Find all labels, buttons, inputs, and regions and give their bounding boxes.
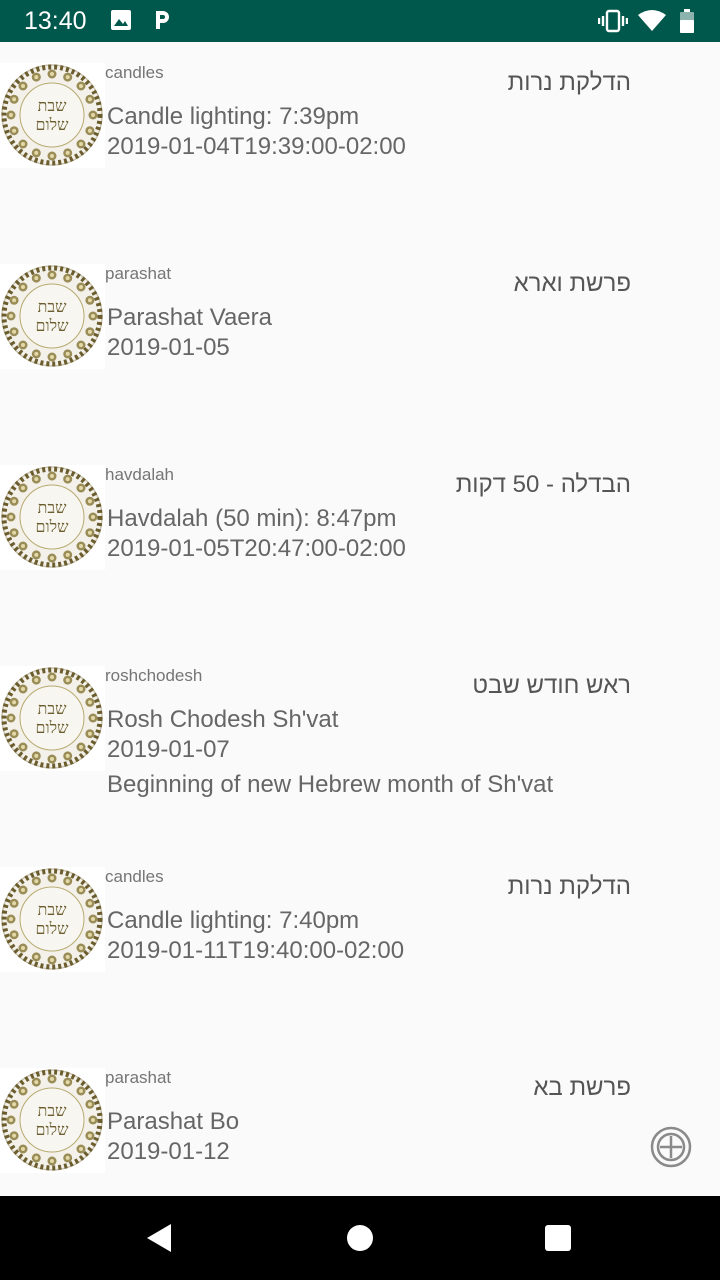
thumbnail-text: שבת xyxy=(38,96,67,115)
thumbnail-text: שבת xyxy=(38,1101,67,1120)
add-circle-icon xyxy=(650,1126,692,1168)
event-hebrew-title: ראש חודש שבט xyxy=(472,672,631,699)
thumbnail-text: שבת xyxy=(38,498,67,517)
event-date: 2019-01-11T19:40:00-02:00 xyxy=(107,937,405,964)
event-category: parashat xyxy=(105,1068,172,1087)
wifi-icon xyxy=(638,10,666,31)
recents-icon[interactable] xyxy=(540,1220,576,1256)
shabbat-shalom-plate-image: שבת שלום xyxy=(0,63,105,168)
event-date: 2019-01-05T20:47:00-02:00 xyxy=(107,535,406,562)
thumbnail-text: שלום xyxy=(36,718,70,737)
shabbat-shalom-plate-image: שבת שלום xyxy=(0,1068,105,1173)
thumbnail-text: שבת xyxy=(38,297,67,316)
thumbnail-text: שלום xyxy=(36,919,70,938)
event-category: parashat xyxy=(105,264,172,283)
event-date: 2019-01-07 xyxy=(107,736,230,763)
thumbnail-text: שלום xyxy=(36,1120,70,1139)
event-list[interactable]: שבת שלום candles הדלקת נרות Candle lighting:… xyxy=(0,42,720,1196)
thumbnail-text: שלום xyxy=(36,316,70,335)
event-category: candles xyxy=(105,63,164,82)
event-category: candles xyxy=(105,867,164,886)
event-title: Rosh Chodesh Sh'vat xyxy=(107,706,339,733)
back-icon[interactable] xyxy=(141,1220,177,1256)
event-list-item[interactable]: שבת שלום roshchodesh ראש חודש שבט Rosh Chode… xyxy=(0,645,720,846)
event-date: 2019-01-12 xyxy=(107,1138,230,1165)
shabbat-shalom-plate-image: שבת שלום xyxy=(0,867,105,972)
event-title: Candle lighting: 7:40pm xyxy=(107,907,360,934)
event-category: roshchodesh xyxy=(105,666,203,685)
event-list-item[interactable]: שבת שלום parashat פרשת וארא Parashat Vaera 20… xyxy=(0,243,720,444)
event-hebrew-title: הדלקת נרות xyxy=(507,69,631,96)
event-title: Candle lighting: 7:39pm xyxy=(107,103,360,130)
event-date: 2019-01-05 xyxy=(107,334,230,361)
shabbat-shalom-plate-image: שבת שלום xyxy=(0,465,105,570)
event-date: 2019-01-04T19:39:00-02:00 xyxy=(107,133,406,160)
event-list-item[interactable]: שבת שלום candles הדלקת נרות Candle lighting:… xyxy=(0,846,720,1047)
event-hebrew-title: פרשת וארא xyxy=(513,270,631,297)
status-bar: 13:40 xyxy=(0,0,720,42)
event-hebrew-title: פרשת בא xyxy=(533,1074,631,1101)
event-hebrew-title: הדלקת נרות xyxy=(507,873,631,900)
image-icon xyxy=(111,10,131,30)
thumbnail-text: שבת xyxy=(38,900,67,919)
event-list-item[interactable]: שבת שלום havdalah הבדלה - 50 דקות Havdalah (… xyxy=(0,444,720,645)
p-icon xyxy=(156,11,169,29)
vibrate-icon xyxy=(598,9,628,33)
thumbnail-text: שלום xyxy=(36,517,70,536)
event-category: havdalah xyxy=(105,465,175,484)
event-memo: Beginning of new Hebrew month of Sh'vat xyxy=(107,771,554,798)
navigation-bar xyxy=(0,1196,720,1280)
event-title: Parashat Vaera xyxy=(107,304,272,331)
shabbat-shalom-plate-image: שבת שלום xyxy=(0,666,105,771)
home-icon[interactable] xyxy=(342,1220,378,1256)
thumbnail-text: שלום xyxy=(36,115,70,134)
event-list-item[interactable]: שבת שלום parashat פרשת בא Parashat Bo 2019-01… xyxy=(0,1047,720,1196)
event-list-item[interactable]: שבת שלום candles הדלקת נרות Candle lighting:… xyxy=(0,42,720,243)
event-title: Parashat Bo xyxy=(107,1108,240,1135)
event-title: Havdalah (50 min): 8:47pm xyxy=(107,505,397,532)
event-hebrew-title: הבדלה - 50 דקות xyxy=(455,471,631,498)
thumbnail-text: שבת xyxy=(38,699,67,718)
add-event-button[interactable] xyxy=(650,1126,692,1168)
shabbat-shalom-plate-image: שבת שלום xyxy=(0,264,105,369)
status-time: 13:40 xyxy=(24,7,87,35)
battery-icon xyxy=(680,9,694,33)
